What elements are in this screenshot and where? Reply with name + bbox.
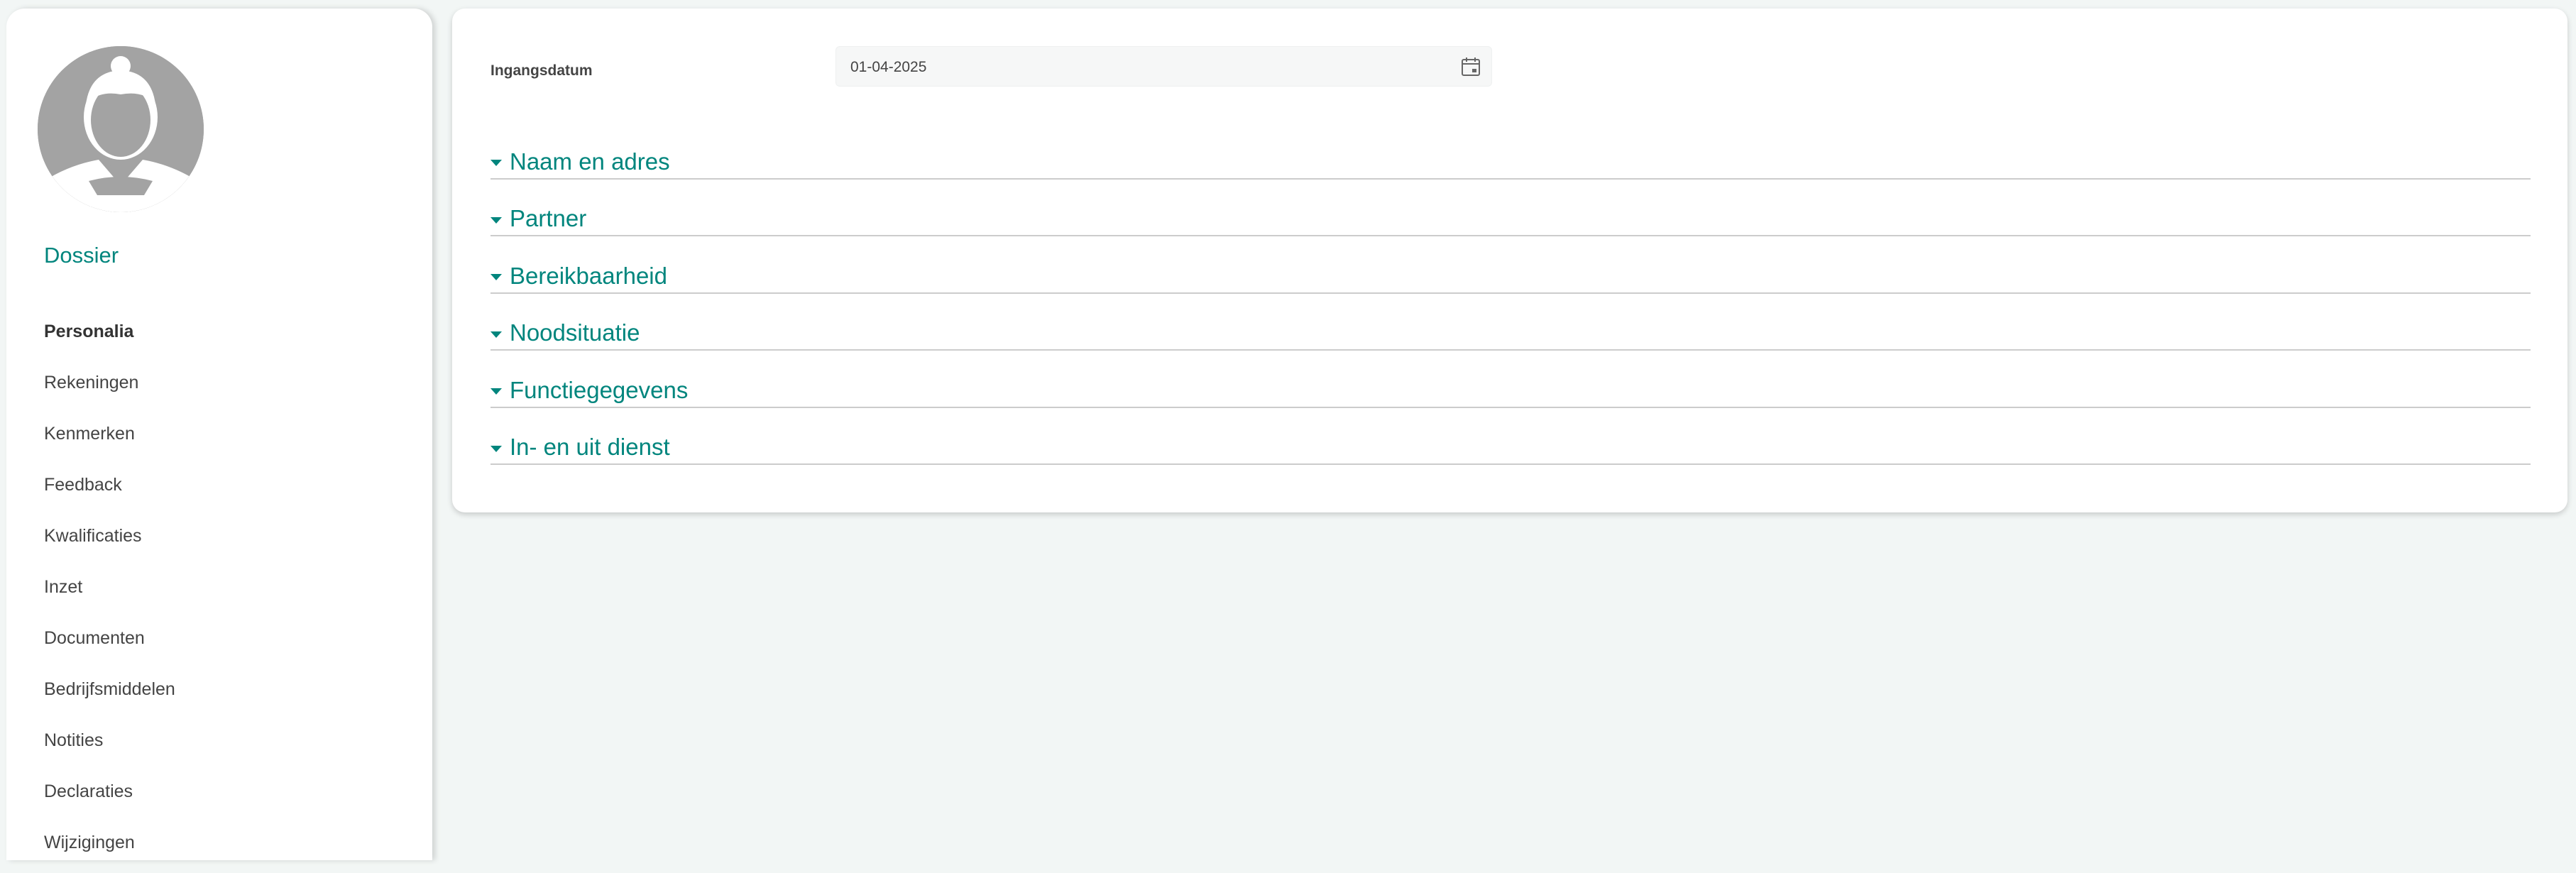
sidebar: Dossier Personalia Rekeningen Kenmerken … xyxy=(6,9,432,860)
section-title: Naam en adres xyxy=(510,148,670,175)
sidebar-nav: Personalia Rekeningen Kenmerken Feedback… xyxy=(44,311,175,873)
calendar-icon[interactable] xyxy=(1460,56,1481,77)
sidebar-item-wijzigingen[interactable]: Wijzigingen xyxy=(44,822,175,873)
sidebar-item-declaraties[interactable]: Declaraties xyxy=(44,771,175,822)
section-title: Functiegegevens xyxy=(510,376,689,403)
caret-down-icon xyxy=(490,445,502,452)
section-title: Partner xyxy=(510,205,587,231)
dossier-title: Dossier xyxy=(44,243,119,268)
start-date-label: Ingangsdatum xyxy=(490,62,593,79)
section-bereikbaarheid[interactable]: Bereikbaarheid xyxy=(490,236,2531,294)
sidebar-item-documenten[interactable]: Documenten xyxy=(44,617,175,669)
section-functiegegevens[interactable]: Functiegegevens xyxy=(490,351,2531,408)
section-partner[interactable]: Partner xyxy=(490,180,2531,236)
section-noodsituatie[interactable]: Noodsituatie xyxy=(490,294,2531,351)
sidebar-item-personalia[interactable]: Personalia xyxy=(44,311,175,362)
avatar xyxy=(38,46,204,212)
sidebar-item-kenmerken[interactable]: Kenmerken xyxy=(44,413,175,464)
sidebar-item-inzet[interactable]: Inzet xyxy=(44,566,175,617)
start-date-value: 01-04-2025 xyxy=(850,59,927,75)
caret-down-icon xyxy=(490,160,502,166)
sections-list: Naam en adres Partner Bereikbaarheid Noo… xyxy=(490,122,2531,465)
sidebar-item-kwalificaties[interactable]: Kwalificaties xyxy=(44,515,175,566)
section-naam-en-adres[interactable]: Naam en adres xyxy=(490,122,2531,180)
personalia-card: Ingangsdatum 01-04-2025 Naam en adres Pa… xyxy=(452,9,2567,512)
sidebar-item-notities[interactable]: Notities xyxy=(44,720,175,771)
caret-down-icon xyxy=(490,388,502,395)
caret-down-icon xyxy=(490,331,502,338)
user-avatar-icon xyxy=(38,46,204,212)
sidebar-item-rekeningen[interactable]: Rekeningen xyxy=(44,362,175,413)
start-date-input[interactable]: 01-04-2025 xyxy=(835,46,1492,87)
section-in-en-uit-dienst[interactable]: In- en uit dienst xyxy=(490,408,2531,465)
caret-down-icon xyxy=(490,216,502,224)
section-title: Noodsituatie xyxy=(510,319,640,346)
section-title: Bereikbaarheid xyxy=(510,262,667,289)
section-title: In- en uit dienst xyxy=(510,434,670,460)
caret-down-icon xyxy=(490,274,502,280)
sidebar-item-feedback[interactable]: Feedback xyxy=(44,464,175,515)
sidebar-item-bedrijfsmiddelen[interactable]: Bedrijfsmiddelen xyxy=(44,669,175,720)
